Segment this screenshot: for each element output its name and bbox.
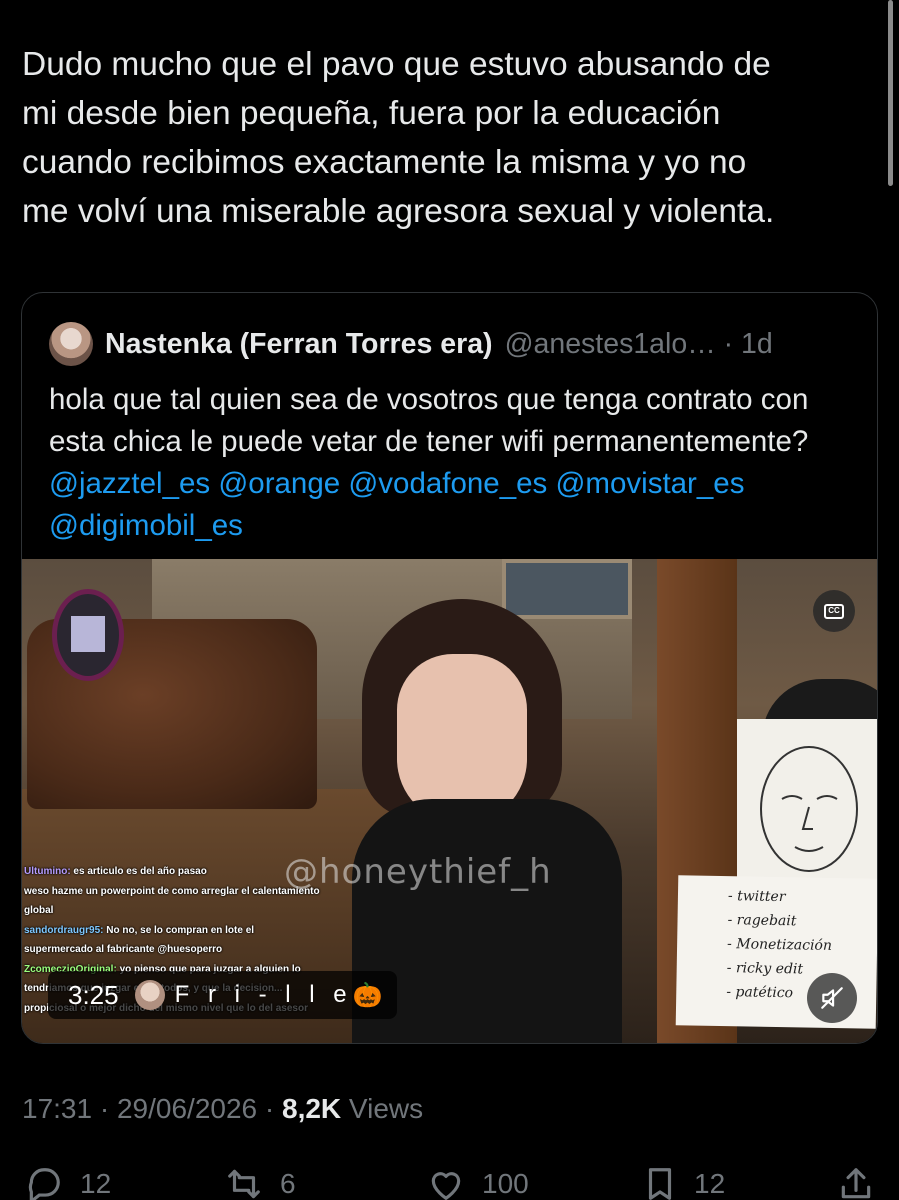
note-line: - twitter xyxy=(727,888,786,906)
chat-text: es articulo es del año pasao xyxy=(70,866,207,877)
chat-message: weso hazme un powerpoint de como arregla… xyxy=(24,882,324,921)
video-duration: 3:25 xyxy=(68,979,119,1010)
mute-button[interactable] xyxy=(807,973,857,1023)
note-line: - ricky edit xyxy=(726,960,804,978)
cc-icon: CC xyxy=(824,603,844,619)
like-count: 100 xyxy=(482,1168,529,1199)
quoted-tweet-header: Nastenka (Ferran Torres era) @anestes1al… xyxy=(49,322,773,366)
tweet-metadata: 17:31 · 29/06/2026 · 8,2K Views xyxy=(22,1093,423,1125)
reply-icon xyxy=(28,1168,60,1200)
scrollbar[interactable] xyxy=(888,0,893,186)
video-watermark: @honeythief_h xyxy=(284,852,552,892)
mention-link[interactable]: @orange xyxy=(218,467,340,500)
action-bar: 12 6 100 12 xyxy=(0,1165,899,1200)
repost-button[interactable]: 6 xyxy=(222,1165,296,1200)
quoted-handle-text[interactable]: @anestes1alo… xyxy=(505,328,716,360)
tamagotchi-screen xyxy=(71,616,105,652)
bookmark-icon xyxy=(648,1168,672,1200)
repost-count: 6 xyxy=(280,1168,296,1199)
chat-user: sandordraugr95: xyxy=(24,924,104,936)
quoted-author-handle: @anestes1alo… · 1d xyxy=(505,328,773,361)
meta-separator: · xyxy=(257,1093,282,1124)
like-button[interactable]: 100 xyxy=(424,1165,529,1200)
chat-message: sandordraugr95: No no, se lo compran en … xyxy=(24,921,324,960)
meta-separator: · xyxy=(92,1093,117,1124)
share-button[interactable] xyxy=(836,1165,876,1200)
channel-name: F r i - l l e xyxy=(174,981,353,1008)
mention-link[interactable]: @movistar_es xyxy=(555,467,744,500)
avatar[interactable] xyxy=(49,322,93,366)
quoted-time: 1d xyxy=(741,327,773,360)
quoted-tweet-card[interactable]: Nastenka (Ferran Torres era) @anestes1al… xyxy=(21,292,878,1044)
views-label: Views xyxy=(341,1093,424,1124)
dot-separator: · xyxy=(723,327,734,360)
chat-user: Ultumino: xyxy=(24,866,71,877)
chat-text: weso hazme un powerpoint de como arregla… xyxy=(24,885,320,917)
captions-button[interactable]: CC xyxy=(813,590,855,632)
tamagotchi-overlay xyxy=(52,589,124,681)
bookmark-button[interactable]: 12 xyxy=(640,1165,725,1200)
video-player[interactable]: - twitter - ragebait - Monetización - ri… xyxy=(22,559,877,1043)
views-count: 8,2K xyxy=(282,1093,342,1124)
avatar xyxy=(134,980,165,1010)
note-line: - ragebait xyxy=(727,912,797,930)
bookmark-count: 12 xyxy=(694,1168,726,1199)
quoted-author-name[interactable]: Nastenka (Ferran Torres era) xyxy=(105,328,493,361)
pumpkin-icon: 🎃 xyxy=(352,981,383,1009)
reply-count: 12 xyxy=(80,1168,112,1199)
quoted-tweet-text: hola que tal quien sea de vosotros que t… xyxy=(49,379,859,547)
tweet-time[interactable]: 17:31 xyxy=(22,1093,92,1124)
like-icon xyxy=(431,1172,461,1200)
repost-icon xyxy=(228,1169,260,1199)
share-icon xyxy=(841,1168,871,1199)
note-line: - Monetización xyxy=(726,936,833,954)
mute-icon xyxy=(821,987,843,1009)
mention-link[interactable]: @digimobil_es xyxy=(49,509,243,542)
reply-button[interactable]: 12 xyxy=(22,1165,111,1200)
chat-message: Ultumino: es articulo es del año pasao xyxy=(24,862,324,882)
video-time-badge: 3:25 F r i - l l e 🎃 xyxy=(48,971,397,1019)
mention-link[interactable]: @jazztel_es xyxy=(49,467,210,500)
tweet-text: Dudo mucho que el pavo que estuvo abusan… xyxy=(22,46,775,230)
quoted-body: hola que tal quien sea de vosotros que t… xyxy=(49,383,809,458)
tweet-date[interactable]: 29/06/2026 xyxy=(117,1093,257,1124)
mention-link[interactable]: @vodafone_es xyxy=(348,467,547,500)
